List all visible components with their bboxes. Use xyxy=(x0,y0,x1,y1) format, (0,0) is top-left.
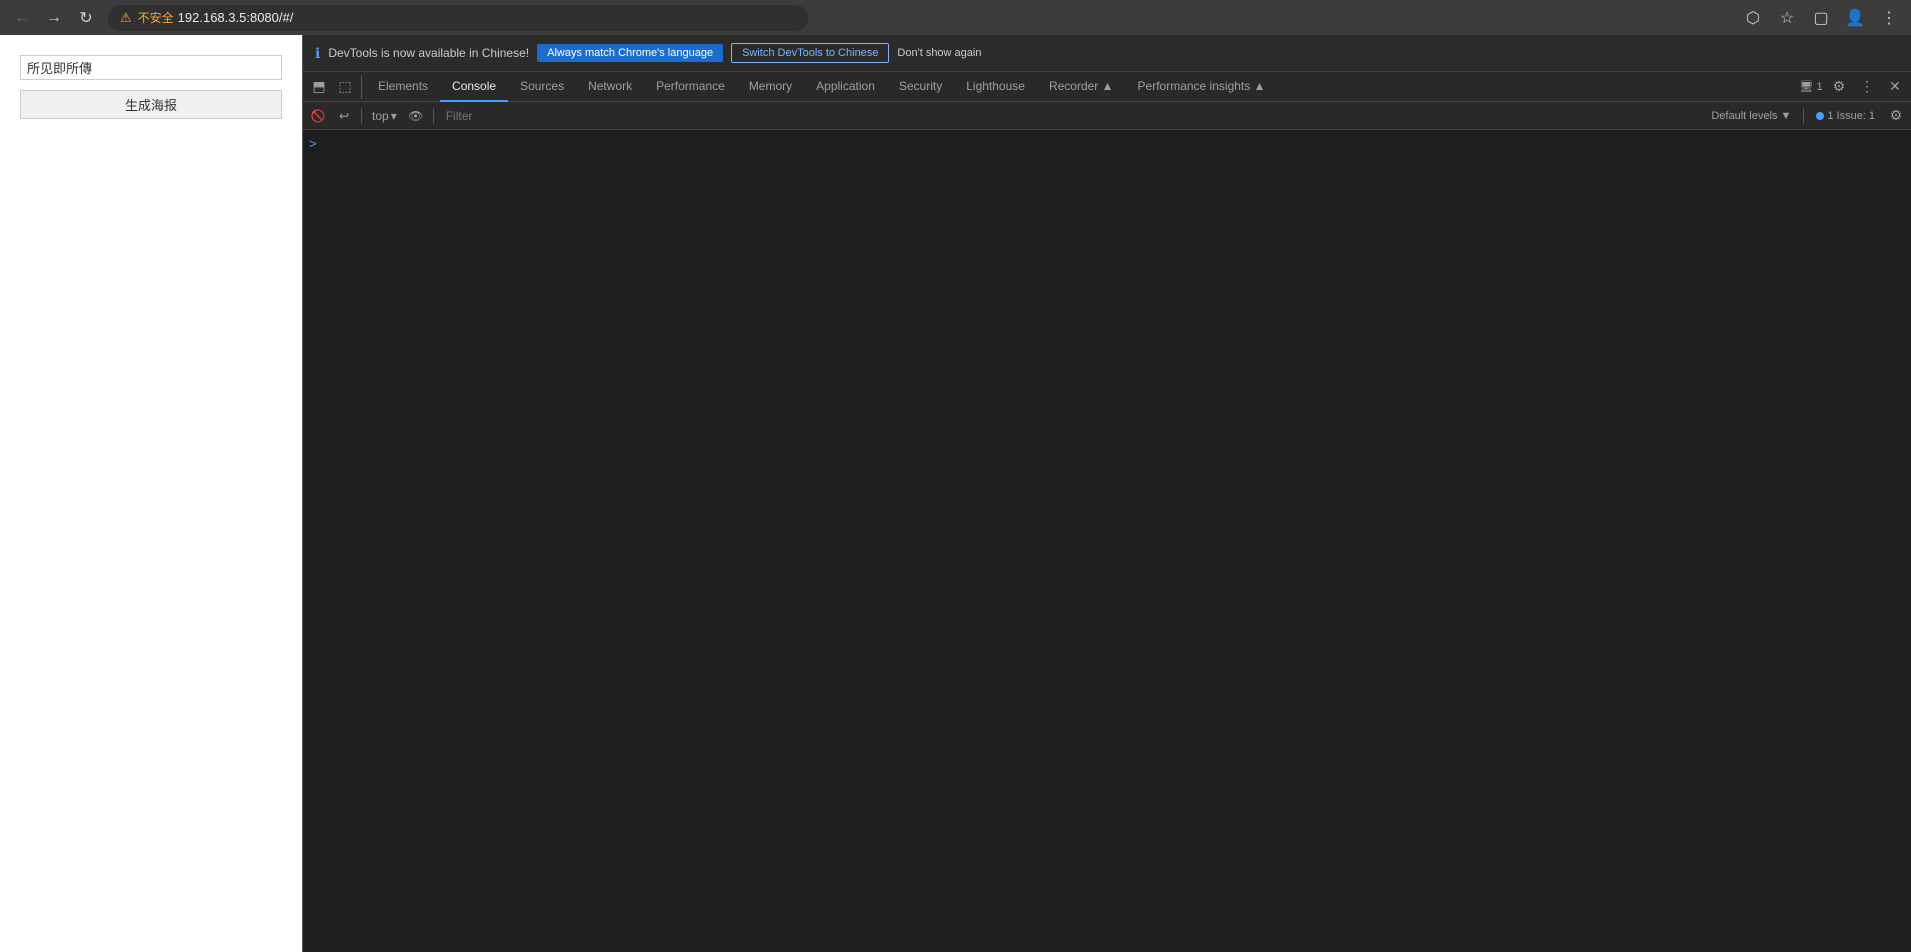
toggle-drawer-button[interactable]: ⬒ xyxy=(307,75,331,99)
toolbar-left-icons: ⬒ ⬚ xyxy=(307,75,362,99)
notification-text: DevTools is now available in Chinese! xyxy=(328,46,529,60)
dont-show-again-button[interactable]: Don't show again xyxy=(897,47,981,59)
devtools-settings-button[interactable]: ⚙ xyxy=(1827,75,1851,99)
nav-buttons: ← → ↻ xyxy=(8,4,100,32)
profile-button[interactable]: 👤 xyxy=(1841,4,1869,32)
tab-network[interactable]: Network xyxy=(576,72,644,102)
top-label: top xyxy=(372,109,389,123)
webpage-panel: 生成海报 xyxy=(0,35,302,952)
device-toolbar-button[interactable]: ⬚ xyxy=(333,75,357,99)
tab-application[interactable]: Application xyxy=(804,72,887,102)
dropdown-icon: ▾ xyxy=(391,109,397,123)
toolbar-divider xyxy=(361,108,362,124)
main-area: 生成海报 ℹ DevTools is now available in Chin… xyxy=(0,35,1911,952)
eye-button[interactable]: 👁 xyxy=(405,105,427,127)
issues-count: 1 xyxy=(1869,110,1875,122)
insecure-label: 不安全 xyxy=(138,9,174,26)
console-content[interactable]: > xyxy=(303,130,1911,952)
default-levels-button[interactable]: Default levels ▼ xyxy=(1705,108,1797,124)
tab-console[interactable]: Console xyxy=(440,72,508,102)
reload-button[interactable]: ↻ xyxy=(72,4,100,32)
devtools-close-button[interactable]: ✕ xyxy=(1883,75,1907,99)
devtools-screen-button[interactable]: 🖥 1 xyxy=(1799,75,1823,99)
back-button[interactable]: ← xyxy=(8,4,36,32)
browser-chrome: ← → ↻ ⚠ 不安全 192.168.3.5:8080/#/ ⬡ ☆ ▢ 👤 … xyxy=(0,0,1911,35)
context-selector[interactable]: top ▾ xyxy=(368,107,401,125)
devtools-more-button[interactable]: ⋮ xyxy=(1855,75,1879,99)
toolbar-right: 🖥 1 ⚙ ⋮ ✕ xyxy=(1799,75,1907,99)
console-settings-button[interactable]: ⚙ xyxy=(1885,105,1907,127)
address-bar[interactable]: ⚠ 不安全 192.168.3.5:8080/#/ xyxy=(108,5,808,31)
cast-button[interactable]: ⬡ xyxy=(1739,4,1767,32)
webpage-text-input[interactable] xyxy=(20,55,282,80)
address-text: ⚠ 不安全 192.168.3.5:8080/#/ xyxy=(120,9,293,26)
tab-recorder[interactable]: Recorder ▲ xyxy=(1037,72,1126,102)
match-language-button[interactable]: Always match Chrome's language xyxy=(537,44,723,62)
issues-dot-icon xyxy=(1816,112,1824,120)
console-toolbar: 🚫 ↩ top ▾ 👁 Default levels ▼ 1 Issue: 1 … xyxy=(303,102,1911,130)
preserve-log-button[interactable]: ↩ xyxy=(333,105,355,127)
default-levels-label: Default levels ▼ xyxy=(1711,110,1791,122)
tab-lighthouse[interactable]: Lighthouse xyxy=(954,72,1037,102)
window-button[interactable]: ▢ xyxy=(1807,4,1835,32)
menu-button[interactable]: ⋮ xyxy=(1875,4,1903,32)
tab-performance-insights[interactable]: Performance insights ▲ xyxy=(1126,72,1278,102)
generate-poster-button[interactable]: 生成海报 xyxy=(20,90,282,119)
tab-security[interactable]: Security xyxy=(887,72,954,102)
tab-memory[interactable]: Memory xyxy=(737,72,804,102)
security-warning-icon: ⚠ xyxy=(120,10,132,26)
chrome-actions: ⬡ ☆ ▢ 👤 ⋮ xyxy=(1739,4,1903,32)
console-prompt: > xyxy=(309,136,317,151)
webpage-content: 生成海报 xyxy=(0,35,302,952)
clear-console-button[interactable]: 🚫 xyxy=(307,105,329,127)
tab-sources[interactable]: Sources xyxy=(508,72,576,102)
tab-performance[interactable]: Performance xyxy=(644,72,737,102)
tab-elements[interactable]: Elements xyxy=(366,72,440,102)
toolbar-divider-2 xyxy=(433,108,434,124)
bookmark-button[interactable]: ☆ xyxy=(1773,4,1801,32)
devtools-toolbar: ⬒ ⬚ Elements Console Sources Network Per… xyxy=(303,72,1911,102)
notification-bar: ℹ DevTools is now available in Chinese! … xyxy=(303,35,1911,72)
info-icon: ℹ xyxy=(315,45,320,62)
filter-input[interactable] xyxy=(440,107,1702,125)
switch-to-chinese-button[interactable]: Switch DevTools to Chinese xyxy=(731,43,889,63)
forward-button[interactable]: → xyxy=(40,4,68,32)
issues-badge[interactable]: 1 Issue: 1 xyxy=(1810,108,1881,124)
issues-label: 1 Issue: xyxy=(1827,110,1866,122)
url-text: 192.168.3.5:8080/#/ xyxy=(178,10,294,25)
toolbar-divider-3 xyxy=(1803,108,1804,124)
devtools-tabs: Elements Console Sources Network Perform… xyxy=(366,72,1799,102)
devtools-panel: ℹ DevTools is now available in Chinese! … xyxy=(302,35,1911,952)
